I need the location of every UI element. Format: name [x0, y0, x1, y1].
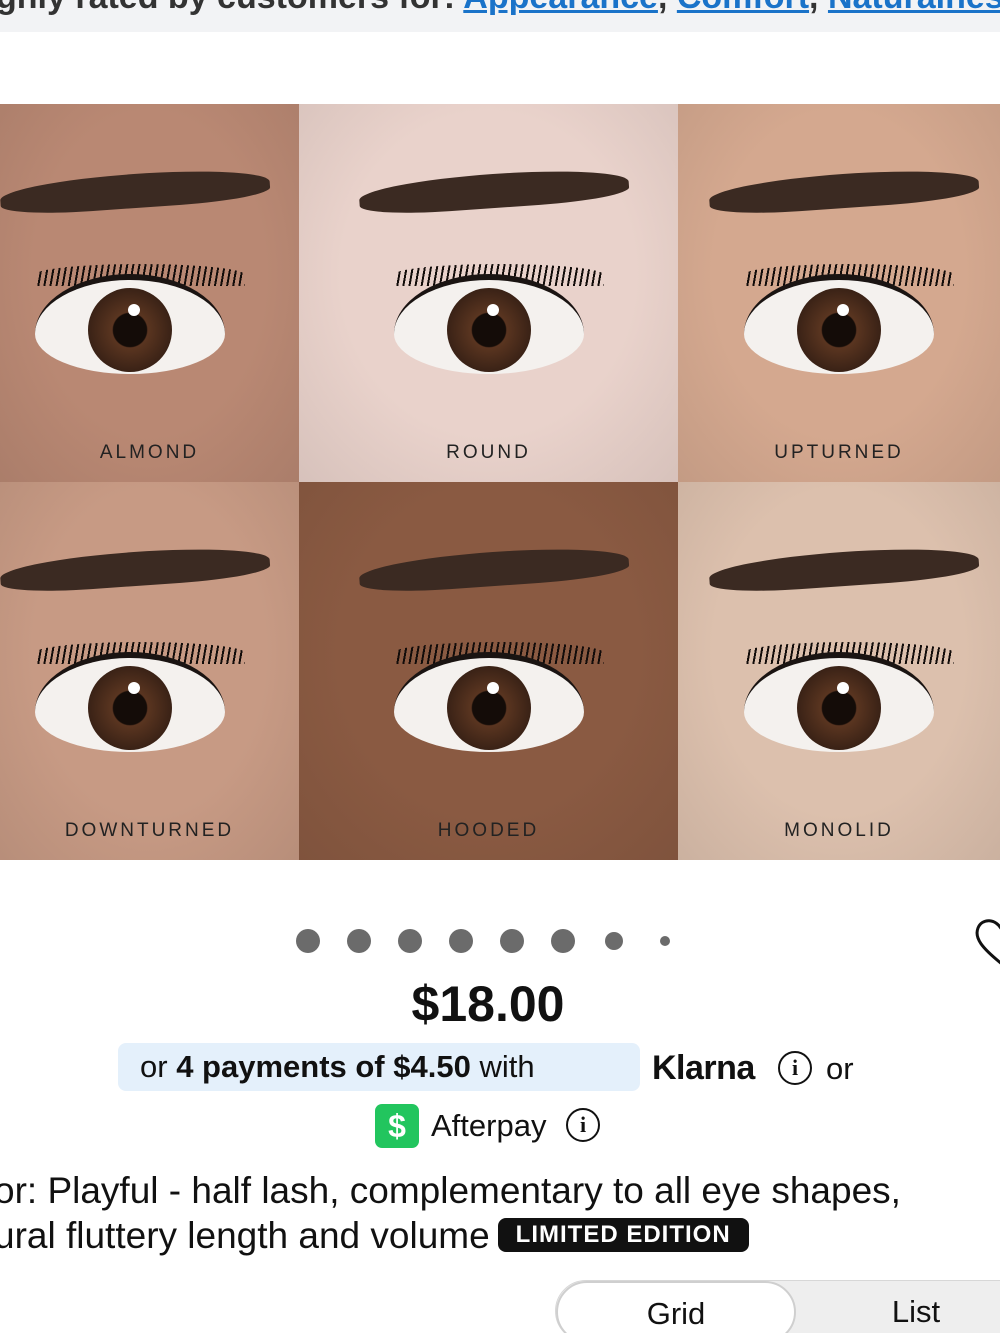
- wishlist-heart-icon[interactable]: [970, 910, 1000, 970]
- view-toggle: Grid List: [555, 1280, 1000, 1333]
- iris: [446, 288, 531, 372]
- or-text: or: [826, 1051, 854, 1086]
- carousel-dot[interactable]: [605, 932, 623, 950]
- eye-shape-label: HOODED: [437, 820, 540, 841]
- eye-shape-label: DOWNTURNED: [64, 820, 235, 841]
- ratings-banner: ghly rated by customers for: Appearance,…: [0, 0, 1000, 32]
- carousel-dot[interactable]: [449, 929, 473, 953]
- klarna-amount: 4 payments of $4.50: [176, 1049, 471, 1084]
- klarna-prefix: or: [140, 1049, 177, 1084]
- carousel-dot[interactable]: [296, 929, 320, 953]
- eye-shape-label: MONOLID: [784, 820, 894, 841]
- product-description: or: Playful - half lash, complementary t…: [0, 1168, 901, 1258]
- afterpay-info-icon[interactable]: i: [566, 1108, 600, 1142]
- klarna-logo: Klarna: [652, 1049, 755, 1087]
- eye-shape-tile-hooded: HOODED: [299, 482, 678, 860]
- description-line-2: ural fluttery length and volume: [0, 1215, 490, 1256]
- link-comfort[interactable]: Comfort: [677, 0, 809, 16]
- carousel-dot[interactable]: [551, 929, 575, 953]
- eye-shape-label: ALMOND: [99, 442, 200, 463]
- eye-shape-tile-round: ROUND: [299, 104, 678, 482]
- eye-shape-tile-downturned: DOWNTURNED: [0, 482, 299, 860]
- product-image-carousel[interactable]: ALMOND ROUND UPTURNED DOWNTURNED HOODED MONOL…: [0, 104, 1000, 860]
- iris: [87, 288, 172, 372]
- afterpay-logo-icon: $: [375, 1104, 419, 1148]
- eye-shape-label: UPTURNED: [774, 442, 904, 463]
- eye-shape-tile-monolid: MONOLID: [678, 482, 1000, 860]
- grid-view-button[interactable]: Grid: [556, 1281, 796, 1333]
- iris: [87, 666, 172, 750]
- link-naturalness[interactable]: Naturalness: [828, 0, 1000, 16]
- list-view-button[interactable]: List: [796, 1281, 1000, 1333]
- klarna-info-icon[interactable]: i: [778, 1051, 812, 1085]
- product-price: $18.00: [411, 976, 565, 1032]
- ratings-prefix: ghly rated by customers for:: [0, 0, 463, 16]
- klarna-installments[interactable]: or 4 payments of $4.50 with: [118, 1043, 640, 1091]
- iris: [446, 666, 531, 750]
- klarna-suffix: with: [470, 1049, 535, 1084]
- description-line-1: or: Playful - half lash, complementary t…: [0, 1170, 901, 1211]
- afterpay-label[interactable]: Afterpay: [431, 1106, 546, 1146]
- eye-shape-tile-upturned: UPTURNED: [678, 104, 1000, 482]
- iris: [797, 288, 881, 372]
- carousel-dot[interactable]: [398, 929, 422, 953]
- eye-shape-tile-almond: ALMOND: [0, 104, 299, 482]
- carousel-dot[interactable]: [660, 936, 670, 946]
- eye-shape-label: ROUND: [446, 442, 531, 463]
- product-page: ghly rated by customers for: Appearance,…: [0, 0, 1000, 1333]
- carousel-dot[interactable]: [347, 929, 371, 953]
- link-appearance[interactable]: Appearance: [463, 0, 658, 16]
- iris: [797, 666, 881, 750]
- limited-edition-badge: LIMITED EDITION: [497, 1218, 749, 1252]
- carousel-dot[interactable]: [500, 929, 524, 953]
